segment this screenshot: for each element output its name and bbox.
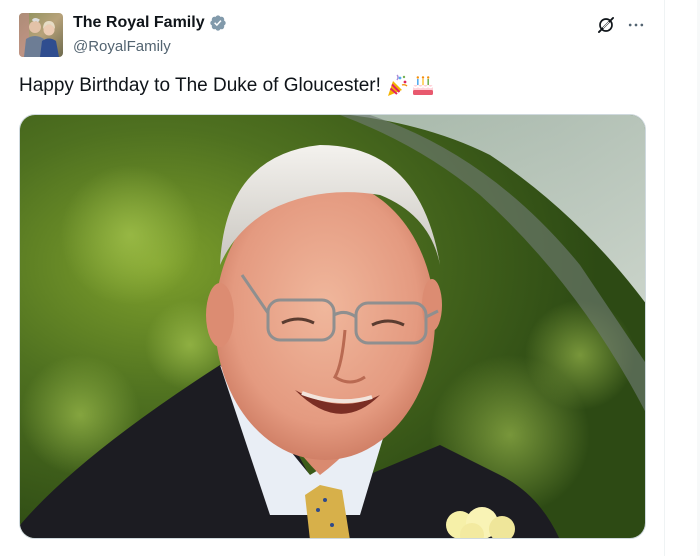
author-avatar[interactable] bbox=[19, 13, 63, 57]
gray-verified-badge-icon[interactable] bbox=[209, 14, 227, 32]
post-text: Happy Birthday to The Duke of Gloucester… bbox=[19, 74, 435, 98]
duke-of-gloucester-photo bbox=[20, 115, 645, 538]
birthday-cake-emoji bbox=[411, 74, 435, 98]
post-photo[interactable] bbox=[19, 114, 646, 539]
grok-icon bbox=[598, 17, 614, 33]
avatar-photo bbox=[19, 13, 63, 57]
author-handle[interactable]: @RoyalFamily bbox=[73, 38, 171, 55]
more-options-button[interactable] bbox=[624, 13, 648, 37]
author-name-row: The Royal Family bbox=[73, 14, 227, 32]
post: The Royal Family @RoyalFamily Happy Birt… bbox=[0, 0, 664, 556]
post-text-content: Happy Birthday to The Duke of Gloucester… bbox=[19, 75, 381, 96]
author-display-name[interactable]: The Royal Family bbox=[73, 14, 205, 32]
more-options-icon bbox=[628, 23, 644, 27]
party-popper-emoji bbox=[385, 74, 409, 98]
column-divider bbox=[664, 0, 665, 556]
grok-button[interactable] bbox=[594, 13, 618, 37]
